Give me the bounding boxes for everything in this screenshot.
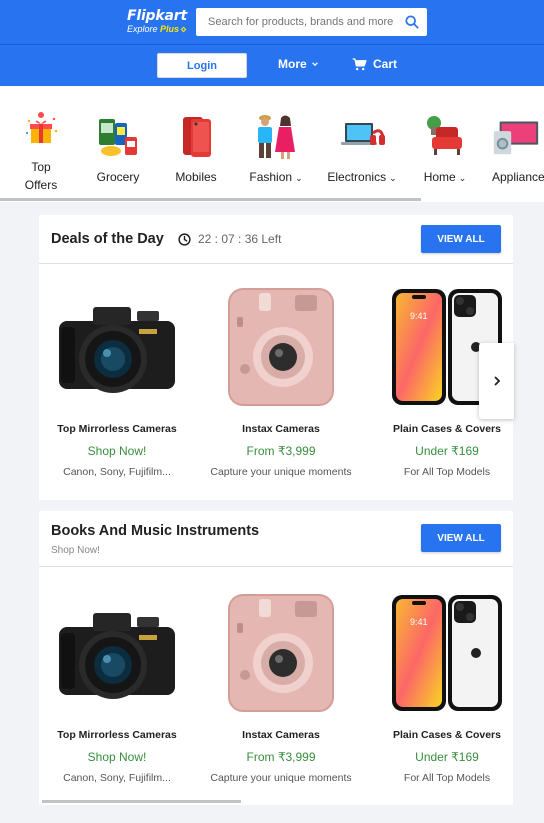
phone-cases-image: 9:41 — [382, 588, 512, 718]
deals-timer: 22 : 07 : 36 Left — [178, 232, 281, 246]
category-appliances-label: Appliances — [492, 170, 544, 184]
mirrorless-camera-image — [52, 588, 182, 718]
cart-label: Cart — [373, 57, 398, 71]
product-name: Instax Cameras — [242, 423, 320, 435]
chevron-right-icon — [493, 376, 500, 386]
product-description: Canon, Sony, Fujifilm... — [63, 466, 171, 478]
deals-title: Deals of the Day — [51, 231, 164, 247]
category-strip: Top Offers Grocery Mobiles Fashion ⌄ Ele… — [0, 86, 544, 202]
category-appliances[interactable]: Appliances — [490, 86, 544, 184]
deals-of-the-day-card: Deals of the Day 22 : 07 : 36 Left VIEW … — [39, 215, 513, 500]
deals-view-all-button[interactable]: VIEW ALL — [421, 225, 501, 253]
instax-camera-image — [216, 588, 346, 718]
product-name: Plain Cases & Covers — [393, 729, 501, 741]
appliances-icon — [490, 110, 542, 162]
product-card[interactable]: Instax Cameras From ₹3,999 Capture your … — [203, 588, 359, 784]
svg-text:9:41: 9:41 — [410, 617, 428, 627]
product-card[interactable]: Top Mirrorless Cameras Shop Now! Canon, … — [39, 282, 195, 478]
product-price: Shop Now! — [87, 444, 147, 458]
top-offers-icon — [15, 108, 67, 150]
books-title: Books And Music Instruments — [51, 523, 260, 539]
login-button[interactable]: Login — [157, 53, 247, 78]
deals-header: Deals of the Day 22 : 07 : 36 Left VIEW … — [39, 215, 513, 264]
category-grocery-label: Grocery — [96, 170, 140, 184]
electronics-icon — [336, 110, 388, 162]
category-home[interactable]: Home ⌄ — [420, 86, 470, 184]
plus-icon — [180, 26, 187, 33]
product-price: From ₹3,999 — [246, 444, 316, 458]
mobiles-icon — [170, 110, 222, 162]
home-icon — [419, 110, 471, 162]
category-top-offers[interactable]: Top Offers — [15, 86, 67, 194]
chevron-down-icon: ⌄ — [295, 173, 303, 183]
category-scrollbar[interactable] — [0, 198, 421, 201]
product-price: Under ₹169 — [415, 750, 479, 764]
category-fashion-label: Fashion ⌄ — [249, 170, 303, 184]
chevron-down-icon — [311, 62, 318, 67]
category-electronics-label: Electronics ⌄ — [327, 170, 397, 184]
category-home-label: Home ⌄ — [423, 170, 467, 184]
product-price: Shop Now! — [87, 750, 147, 764]
category-grocery[interactable]: Grocery — [92, 86, 144, 184]
product-price: From ₹3,999 — [246, 750, 316, 764]
product-name: Top Mirrorless Cameras — [57, 729, 177, 741]
product-description: Canon, Sony, Fujifilm... — [63, 772, 171, 784]
grocery-icon — [92, 110, 144, 162]
category-fashion[interactable]: Fashion ⌄ — [247, 86, 305, 184]
header-divider — [0, 44, 544, 45]
svg-text:9:41: 9:41 — [410, 311, 428, 321]
more-menu[interactable]: More — [278, 57, 319, 71]
chevron-down-icon: ⌄ — [389, 173, 397, 183]
mirrorless-camera-image — [52, 282, 182, 412]
product-name: Top Mirrorless Cameras — [57, 423, 177, 435]
search-icon[interactable] — [405, 15, 419, 29]
more-label: More — [278, 57, 307, 71]
search-bar — [196, 8, 427, 36]
product-description: For All Top Models — [403, 466, 491, 478]
product-description: Capture your unique moments — [210, 772, 352, 784]
cart-icon — [352, 57, 367, 70]
fashion-icon — [250, 110, 302, 162]
chevron-down-icon: ⌄ — [458, 173, 467, 183]
logo-text: Flipkart — [127, 8, 187, 24]
header: Flipkart Explore Plus Login More Cart — [0, 0, 544, 86]
product-card[interactable]: Top Mirrorless Cameras Shop Now! Canon, … — [39, 588, 195, 784]
product-name: Instax Cameras — [242, 729, 320, 741]
category-mobiles[interactable]: Mobiles — [170, 86, 222, 184]
books-view-all-button[interactable]: VIEW ALL — [421, 524, 501, 552]
page-scrollbar[interactable] — [42, 800, 241, 803]
carousel-next-button[interactable] — [479, 343, 514, 419]
product-description: For All Top Models — [403, 772, 491, 784]
product-description: Capture your unique moments — [210, 466, 352, 478]
product-name: Plain Cases & Covers — [393, 423, 501, 435]
logo-plus: Plus — [160, 24, 180, 34]
clock-icon — [178, 232, 191, 246]
product-card[interactable]: 9:41 Plain Cases & Covers Under ₹169 For… — [369, 588, 525, 784]
product-price: Under ₹169 — [415, 444, 479, 458]
logo-subtitle: Explore Plus — [127, 24, 187, 34]
category-top-offers-label: Top Offers — [24, 160, 58, 192]
timer-text: 22 : 07 : 36 Left — [198, 232, 282, 246]
category-mobiles-label: Mobiles — [175, 170, 217, 184]
instax-camera-image — [216, 282, 346, 412]
books-and-music-card: Books And Music Instruments Shop Now! VI… — [39, 511, 513, 805]
books-subtitle: Shop Now! — [51, 545, 100, 556]
logo-explore: Explore — [127, 24, 158, 34]
cart-button[interactable]: Cart — [352, 57, 397, 71]
search-input[interactable] — [196, 8, 396, 36]
flipkart-logo[interactable]: Flipkart Explore Plus — [127, 8, 187, 34]
product-card[interactable]: Instax Cameras From ₹3,999 Capture your … — [203, 282, 359, 478]
category-electronics[interactable]: Electronics ⌄ — [327, 86, 397, 184]
books-header: Books And Music Instruments Shop Now! VI… — [39, 511, 513, 567]
